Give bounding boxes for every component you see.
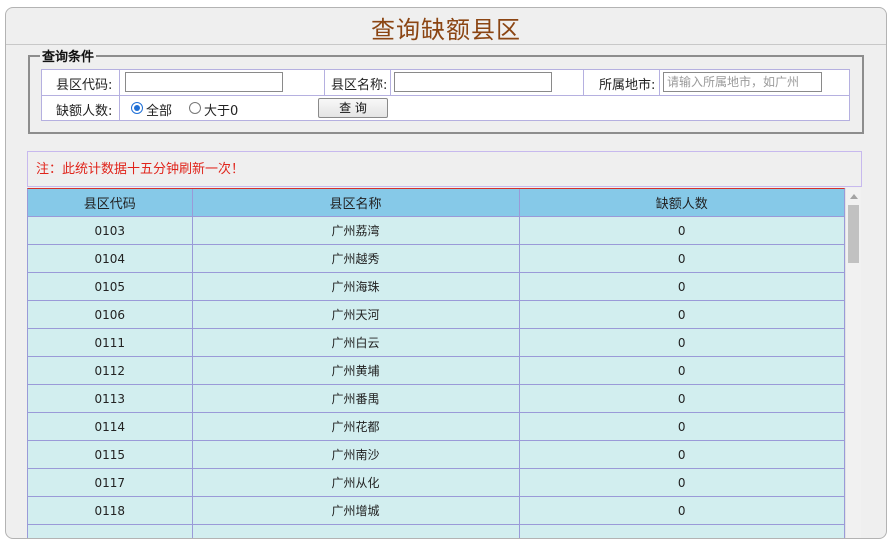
- cell-district-name: 广州从化: [192, 468, 520, 497]
- scroll-thumb[interactable]: [848, 205, 859, 263]
- cell-district-code: 0117: [28, 468, 193, 497]
- page-title: 查询缺额县区: [371, 16, 521, 44]
- cell-district-name: 广州白云: [192, 328, 520, 357]
- cell-vacancy-count: 0: [519, 440, 844, 469]
- cell-district-code: 0113: [28, 384, 193, 413]
- cell-district-name: 广州黄埔: [192, 356, 520, 385]
- cell-vacancy-count: 0: [519, 300, 844, 329]
- query-conditions-table: 县区代码: 县区名称: 所属地市: 缺额人数: 全部 大于0 查 询: [41, 69, 850, 121]
- cell-district-code: 0103: [28, 216, 193, 245]
- table-row[interactable]: [28, 524, 844, 538]
- cell-vacancy-count: 0: [519, 384, 844, 413]
- search-button[interactable]: 查 询: [318, 98, 388, 118]
- cell-vacancy-count: 0: [519, 468, 844, 497]
- district-name-label: 县区名称:: [331, 78, 388, 93]
- table-body: 0103 广州荔湾 0 0104 广州越秀 0 0105 广州海珠 0 0106 广州天河 0 0111…: [28, 216, 844, 538]
- table-row[interactable]: 0112 广州黄埔 0: [28, 356, 844, 385]
- cell-vacancy-count: 0: [519, 244, 844, 273]
- cell-district-code: 0114: [28, 412, 193, 441]
- cell-vacancy-count: [519, 524, 844, 538]
- cell-vacancy-count: 0: [519, 356, 844, 385]
- cell-district-name: 广州增城: [192, 496, 520, 525]
- cell-vacancy-count: 0: [519, 328, 844, 357]
- cell-vacancy-count: 0: [519, 272, 844, 301]
- cell-vacancy-count: 0: [519, 412, 844, 441]
- table-row[interactable]: 0106 广州天河 0: [28, 300, 844, 329]
- refresh-notice: 注：此统计数据十五分钟刷新一次！: [27, 151, 862, 187]
- district-name-input[interactable]: [394, 72, 552, 92]
- cell-district-code: 0112: [28, 356, 193, 385]
- header-district-code[interactable]: 县区代码: [28, 189, 193, 217]
- district-code-label: 县区代码:: [56, 78, 113, 93]
- table-row[interactable]: 0113 广州番禺 0: [28, 384, 844, 413]
- table-row[interactable]: 0103 广州荔湾 0: [28, 216, 844, 245]
- cell-district-code: 0111: [28, 328, 193, 357]
- radio-all-label[interactable]: 全部: [146, 100, 172, 119]
- table-row[interactable]: 0105 广州海珠 0: [28, 272, 844, 301]
- table-row[interactable]: 0114 广州花都 0: [28, 412, 844, 441]
- table-row[interactable]: 0115 广州南沙 0: [28, 440, 844, 469]
- district-code-input[interactable]: [125, 72, 283, 92]
- scroll-up-icon[interactable]: [850, 194, 858, 199]
- city-label: 所属地市:: [599, 78, 656, 93]
- cell-district-name: 广州南沙: [192, 440, 520, 469]
- table-row[interactable]: 0111 广州白云 0: [28, 328, 844, 357]
- cell-vacancy-count: 0: [519, 496, 844, 525]
- cell-district-code: 0115: [28, 440, 193, 469]
- table-row[interactable]: 0104 广州越秀 0: [28, 244, 844, 273]
- cell-district-name: 广州越秀: [192, 244, 520, 273]
- vacancy-label: 缺额人数:: [56, 104, 113, 119]
- radio-all-icon[interactable]: [131, 102, 143, 114]
- cell-district-name: 广州荔湾: [192, 216, 520, 245]
- cell-district-name: 广州天河: [192, 300, 520, 329]
- city-input[interactable]: [663, 72, 822, 92]
- cell-district-code: 0118: [28, 496, 193, 525]
- query-conditions-legend: 查询条件: [42, 50, 95, 65]
- condition-row-divider: [42, 95, 849, 96]
- cell-district-code: 0105: [28, 272, 193, 301]
- cell-district-code: [28, 524, 193, 538]
- title-divider: [6, 44, 886, 45]
- main-panel: 查询缺额县区 查询条件 县区代码: 县区名称: 所属地市: 缺额人数: 全部 大…: [5, 7, 887, 539]
- vacancy-table: 县区代码 县区名称 缺额人数 0103 广州荔湾 0 0104 广州越秀 0 0105 广州海…: [27, 188, 845, 538]
- cell-district-name: 广州花都: [192, 412, 520, 441]
- cell-district-name: 广州番禺: [192, 384, 520, 413]
- header-vacancy-count[interactable]: 缺额人数: [519, 189, 844, 217]
- cell-district-name: [192, 524, 520, 538]
- cell-district-code: 0106: [28, 300, 193, 329]
- cell-vacancy-count: 0: [519, 216, 844, 245]
- table-row[interactable]: 0117 广州从化 0: [28, 468, 844, 497]
- table-header-row: 县区代码 县区名称 缺额人数: [28, 189, 844, 217]
- header-district-name[interactable]: 县区名称: [192, 189, 520, 217]
- cell-district-name: 广州海珠: [192, 272, 520, 301]
- table-row[interactable]: 0118 广州增城 0: [28, 496, 844, 525]
- table-scrollbar[interactable]: [845, 188, 861, 538]
- radio-gt0-label[interactable]: 大于0: [204, 100, 238, 119]
- radio-gt0-icon[interactable]: [189, 102, 201, 114]
- cell-district-code: 0104: [28, 244, 193, 273]
